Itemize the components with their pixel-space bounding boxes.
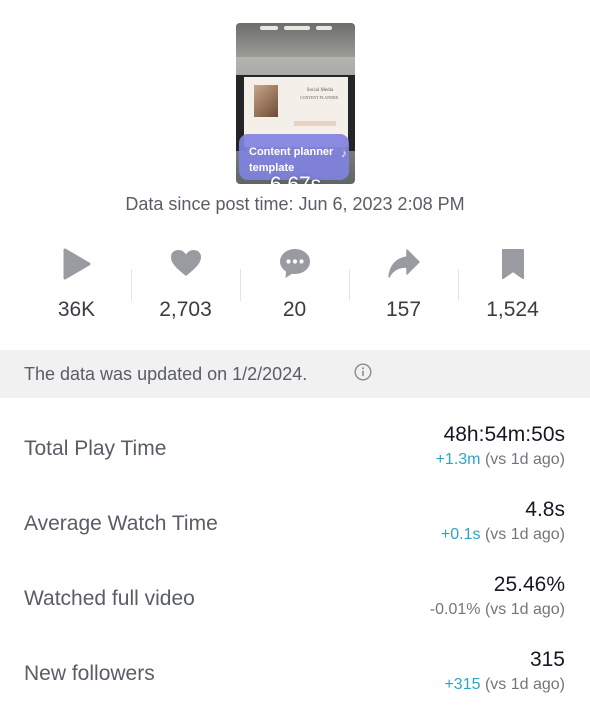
metric-change-value: -0.01%	[429, 601, 481, 618]
share-icon	[388, 247, 420, 281]
stat-saves: 1,524	[458, 245, 567, 325]
thumbnail-light	[260, 26, 278, 30]
metric-change: +0.1s (vs 1d ago)	[441, 526, 565, 544]
tiktok-logo-icon: ♪	[341, 148, 347, 160]
video-thumbnail[interactable]: Social Media CONTENT PLANNER Content pla…	[236, 23, 355, 184]
stat-likes: 2,703	[131, 245, 240, 325]
stat-comments: 20	[240, 245, 349, 325]
metric-label: Average Watch Time	[24, 512, 218, 535]
metric-change: +315 (vs 1d ago)	[444, 676, 565, 694]
metric-change-value: +315	[444, 676, 481, 693]
metric-change-suffix: (vs 1d ago)	[484, 526, 565, 543]
stat-comments-value: 20	[282, 298, 307, 321]
stat-shares-value: 157	[385, 298, 422, 321]
engagement-stats: 36K 2,703 20 157 1,524	[22, 245, 568, 325]
metric-watched-full-video: Watched full video 25.46% -0.01% (vs 1d …	[0, 573, 590, 633]
video-duration: 6.67s	[236, 173, 355, 184]
metric-change-value: +0.1s	[440, 526, 481, 543]
video-analytics-page: Social Media CONTENT PLANNER Content pla…	[0, 0, 590, 712]
thumbnail-caption-text: Content planner template	[249, 146, 334, 174]
stat-likes-value: 2,703	[159, 298, 212, 321]
metric-value: 315	[529, 648, 565, 671]
stat-views: 36K	[22, 245, 131, 325]
metric-label: Total Play Time	[24, 437, 167, 460]
thumbnail-doc-subtitle: CONTENT PLANNER	[299, 95, 339, 100]
data-updated-banner: The data was updated on 1/2/2024.	[0, 350, 590, 398]
metric-total-play-time: Total Play Time 48h:54m:50s +1.3m (vs 1d…	[0, 423, 590, 483]
thumbnail-light	[316, 26, 332, 30]
stat-shares: 157	[349, 245, 458, 325]
metric-change-value: +1.3m	[435, 451, 481, 468]
bookmark-icon	[497, 247, 529, 281]
metric-value: 48h:54m:50s	[443, 423, 565, 446]
metric-change: -0.01% (vs 1d ago)	[430, 601, 565, 619]
metric-label: New followers	[24, 662, 155, 685]
thumbnail-doc-title: Social Media	[306, 88, 334, 93]
heart-icon	[170, 247, 202, 281]
metric-new-followers: New followers 315 +315 (vs 1d ago)	[0, 648, 590, 708]
metric-change: +1.3m (vs 1d ago)	[436, 451, 565, 469]
metric-change-suffix: (vs 1d ago)	[484, 676, 565, 693]
stat-views-value: 36K	[57, 298, 96, 321]
metric-average-watch-time: Average Watch Time 4.8s +0.1s (vs 1d ago…	[0, 498, 590, 558]
data-updated-text: The data was updated on 1/2/2024.	[24, 364, 308, 384]
metric-label: Watched full video	[24, 587, 195, 610]
comment-icon	[279, 247, 311, 281]
metric-change-suffix: (vs 1d ago)	[484, 601, 565, 618]
play-icon	[61, 247, 93, 281]
post-time-text: Data since post time: Jun 6, 2023 2:08 P…	[125, 194, 465, 214]
stat-saves-value: 1,524	[486, 298, 539, 321]
metric-value: 25.46%	[493, 573, 565, 596]
info-icon[interactable]	[354, 363, 372, 381]
thumbnail-doc-band	[294, 121, 336, 126]
thumbnail-light	[284, 26, 310, 30]
metric-value: 4.8s	[525, 498, 565, 521]
thumbnail-doc-photo	[254, 85, 278, 117]
metric-change-suffix: (vs 1d ago)	[484, 451, 565, 468]
